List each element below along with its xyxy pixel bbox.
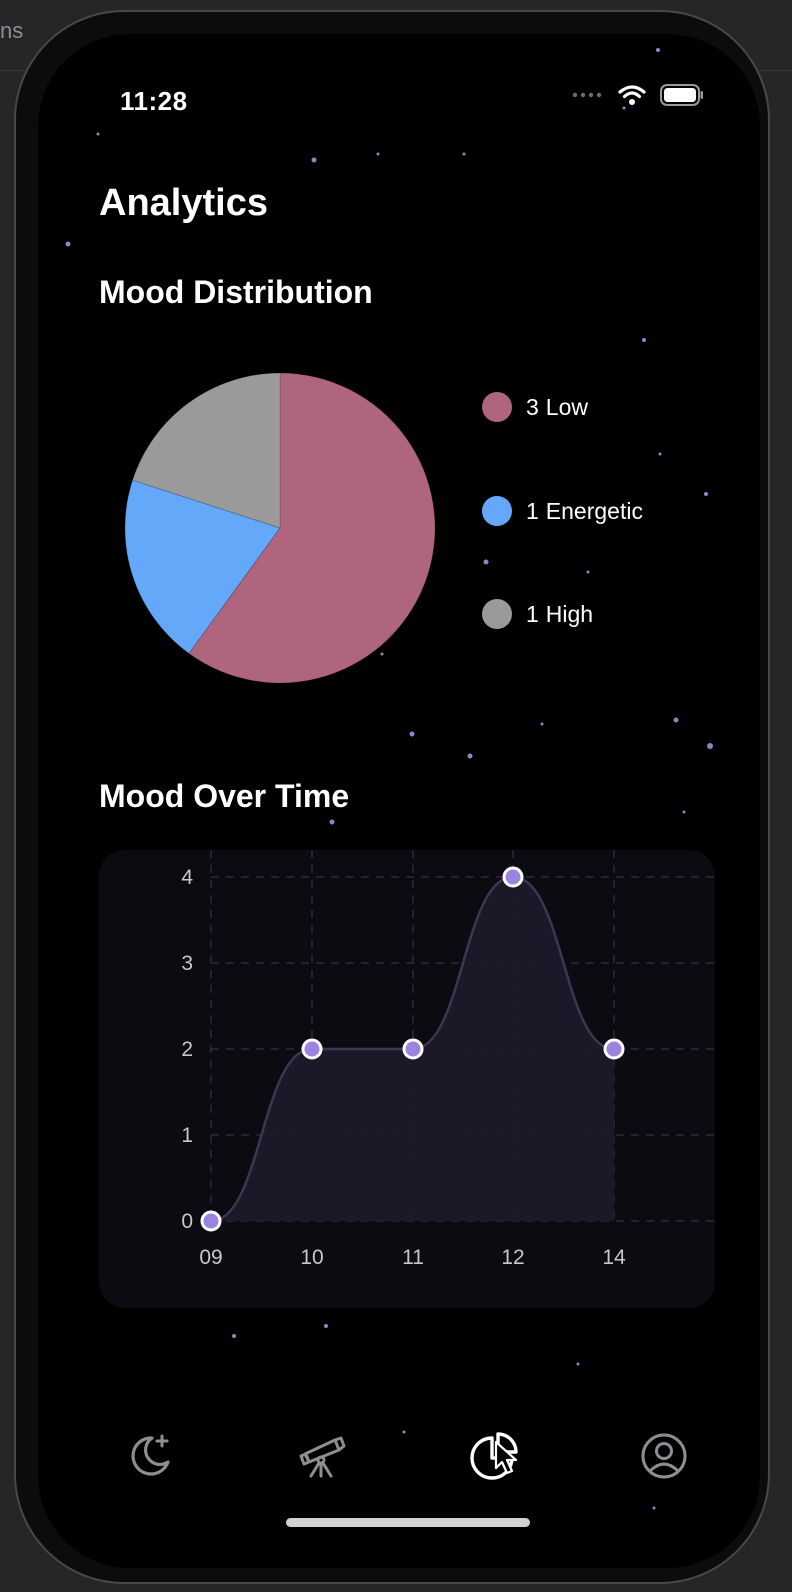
status-indicators (572, 84, 704, 106)
mood-over-time-title: Mood Over Time (99, 778, 350, 814)
data-point-14 (603, 1038, 625, 1060)
mouse-cursor-icon (494, 1440, 518, 1475)
mood-over-time-card: 0 1 2 3 4 09 10 11 12 14 (99, 850, 715, 1308)
y-tick-label: 2 (181, 1038, 193, 1061)
device-frame: 11:28 Analytics Mood Distribution 3 Low … (14, 10, 770, 1584)
tab-bar (38, 1418, 760, 1508)
legend-item-low: 3 Low (482, 392, 588, 422)
x-tick-label: 09 (199, 1246, 222, 1269)
tab-log-mood[interactable] (112, 1418, 188, 1494)
legend-count-high: 1 (526, 600, 539, 627)
legend-item-energetic: 1 Energetic (482, 496, 643, 526)
telescope-icon (299, 1436, 346, 1478)
data-point-10 (301, 1038, 323, 1060)
x-tick-label: 12 (501, 1246, 524, 1269)
mood-distribution-pie-chart (124, 372, 436, 684)
tab-profile[interactable] (626, 1418, 702, 1494)
x-tick-label: 11 (402, 1246, 424, 1269)
tab-analytics[interactable] (456, 1418, 532, 1494)
legend-dot-energetic (482, 496, 512, 526)
y-tick-label: 1 (181, 1124, 193, 1147)
mood-distribution-title: Mood Distribution (99, 274, 373, 310)
battery-icon (660, 84, 703, 106)
legend-count-energetic: 1 (526, 497, 539, 524)
moon-plus-icon (131, 1434, 170, 1476)
x-tick-label: 14 (602, 1246, 626, 1269)
x-tick-label: 10 (300, 1246, 323, 1269)
legend-item-high: 1 High (482, 599, 593, 629)
backdrop-text: ns (0, 18, 24, 43)
person-circle-icon (641, 1433, 687, 1479)
data-point-09 (200, 1210, 222, 1232)
data-point-12 (502, 866, 524, 888)
status-time: 11:28 (120, 86, 188, 116)
legend-count-low: 3 (526, 393, 539, 420)
wifi-icon (618, 85, 646, 105)
legend-dot-high (482, 599, 512, 629)
legend-dot-low (482, 392, 512, 422)
mood-over-time-chart: 0123409 10 11 12 14 (181, 850, 715, 1269)
page-title: Analytics (99, 182, 268, 224)
legend-label-energetic: Energetic (545, 497, 643, 524)
y-tick-label: 0 (181, 1210, 193, 1233)
app-screen: 11:28 Analytics Mood Distribution 3 Low … (38, 34, 760, 1568)
legend-label-low: Low (545, 393, 588, 420)
data-point-11 (402, 1038, 424, 1060)
legend-label-high: High (545, 600, 594, 627)
y-tick-label: 3 (181, 952, 193, 975)
tab-explore[interactable] (284, 1418, 360, 1494)
y-tick-label: 4 (181, 866, 193, 889)
home-indicator (286, 1518, 530, 1527)
signal-dots-icon (572, 92, 602, 98)
